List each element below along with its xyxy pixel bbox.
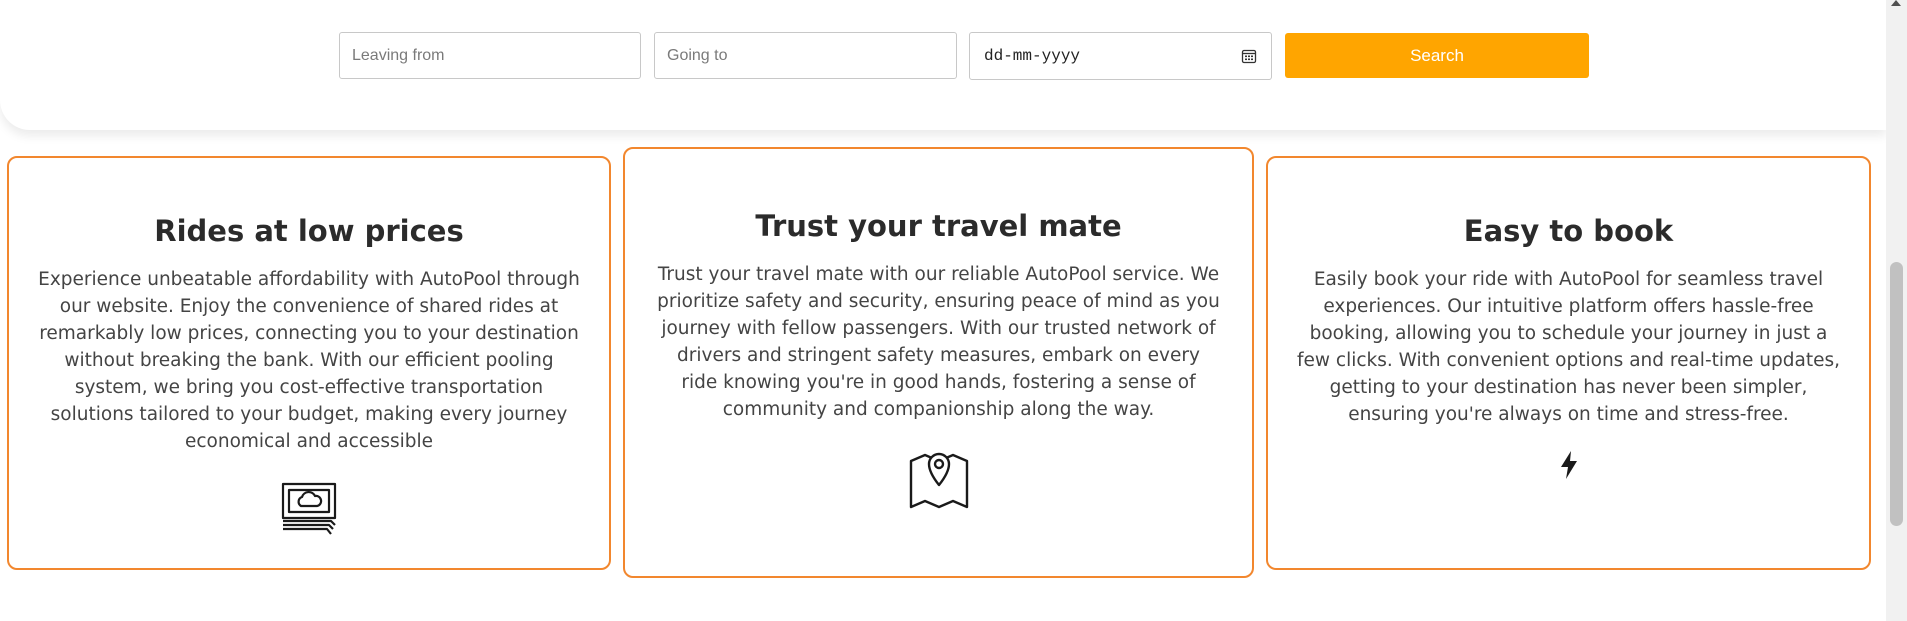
feature-description: Easily book your ride with AutoPool for … (1297, 269, 1840, 425)
feature-description: Trust your travel mate with our reliable… (657, 264, 1220, 420)
money-icon (281, 482, 337, 535)
feature-title: Trust your travel mate (755, 209, 1122, 243)
lightning-icon (1560, 451, 1577, 479)
feature-description: Experience unbeatable affordability with… (38, 269, 580, 452)
search-button[interactable]: Search (1285, 33, 1589, 78)
feature-title: Easy to book (1463, 214, 1674, 248)
feature-card-easy-book: Easy to book Easily book your ride with … (1266, 156, 1871, 570)
leaving-from-input[interactable] (339, 32, 641, 79)
feature-card-trust: Trust your travel mate Trust your travel… (623, 147, 1254, 578)
scroll-up-arrow-icon[interactable] (1891, 0, 1901, 6)
search-panel: dd-mm-yyyy Search (0, 0, 1886, 130)
calendar-icon[interactable] (1241, 48, 1257, 64)
feature-title: Rides at low prices (154, 214, 464, 248)
map-pin-icon (909, 452, 968, 509)
date-input[interactable]: dd-mm-yyyy (969, 32, 1272, 80)
scrollbar[interactable] (1886, 0, 1907, 621)
feature-card-low-prices: Rides at low prices Experience unbeatabl… (7, 156, 611, 570)
scrollbar-thumb[interactable] (1890, 262, 1903, 526)
going-to-input[interactable] (654, 32, 957, 79)
date-input-value: dd-mm-yyyy (984, 47, 1081, 65)
